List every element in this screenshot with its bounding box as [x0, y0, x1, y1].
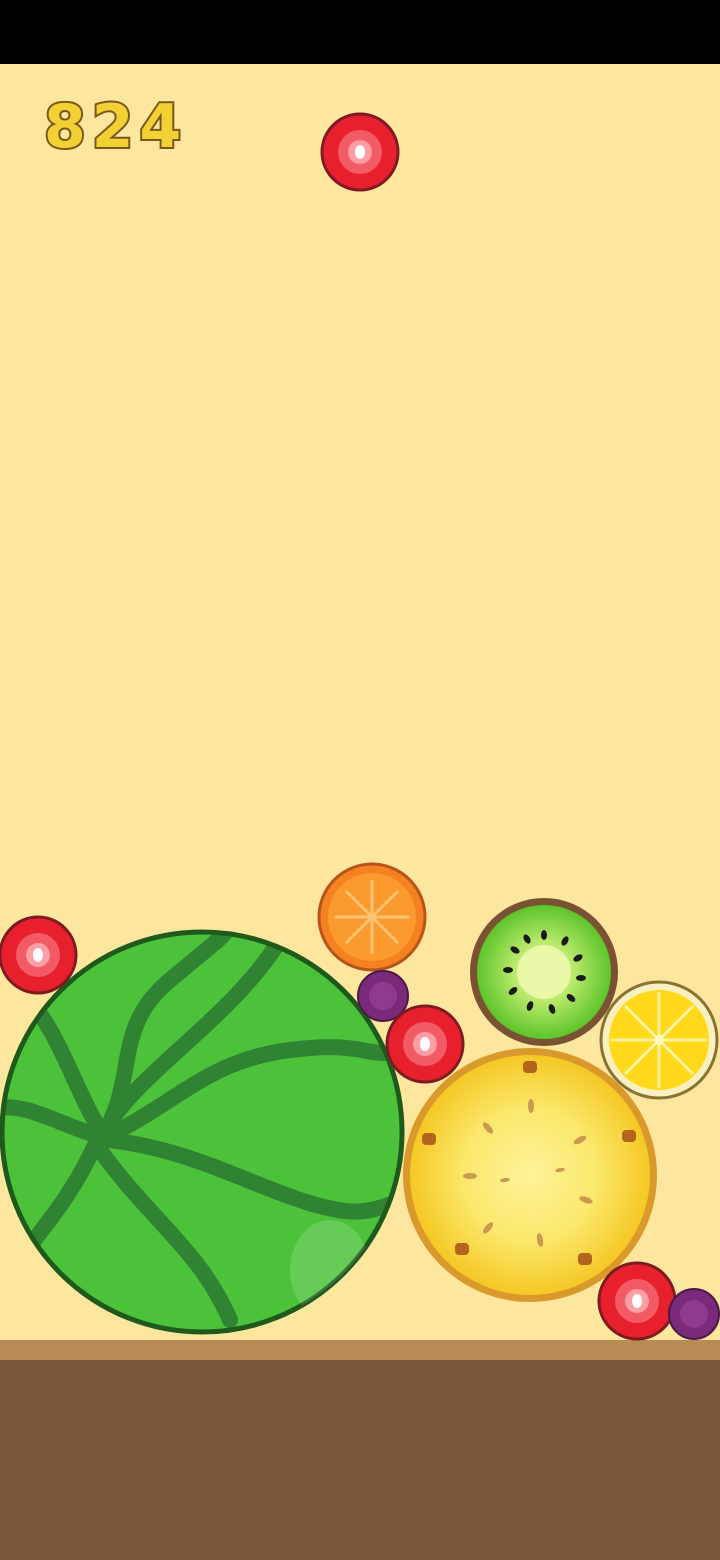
lemon-fruit	[599, 980, 719, 1100]
next-fruit-strawberry[interactable]	[320, 112, 400, 192]
grape-fruit	[668, 1288, 720, 1340]
pineapple-fruit	[403, 1048, 657, 1302]
kiwi-fruit	[470, 898, 618, 1046]
strawberry-fruit	[385, 1004, 465, 1084]
fruit-scene	[0, 112, 720, 1341]
orange-fruit	[317, 862, 427, 972]
strawberry-fruit	[0, 915, 78, 995]
strawberry-fruit	[597, 1261, 677, 1341]
